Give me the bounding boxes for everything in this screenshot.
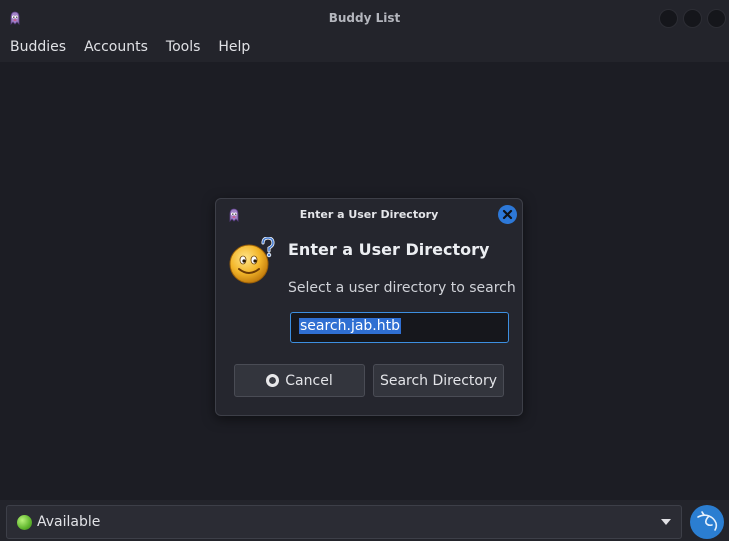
user-directory-dialog: Enter a User Directory Enter a User Dire…	[215, 198, 523, 416]
menu-buddies[interactable]: Buddies	[0, 36, 74, 62]
title-bar: Buddy List	[0, 0, 729, 36]
status-available-icon	[17, 515, 32, 530]
dialog-description: Select a user directory to search	[288, 280, 516, 296]
window-title: Buddy List	[328, 11, 401, 25]
status-selector[interactable]: Available	[6, 505, 682, 539]
close-window-button[interactable]	[707, 9, 726, 28]
dialog-title: Enter a User Directory	[299, 208, 439, 221]
minimize-button[interactable]	[659, 9, 678, 28]
kali-dragon-icon[interactable]	[690, 505, 724, 539]
dialog-close-button[interactable]	[498, 205, 517, 224]
search-directory-label: Search Directory	[379, 372, 498, 389]
close-icon	[502, 209, 513, 220]
menu-tools[interactable]: Tools	[156, 36, 209, 62]
kali-dragon-glyph	[697, 511, 718, 531]
cancel-label: Cancel	[285, 372, 333, 389]
status-label: Available	[37, 514, 101, 530]
maximize-button[interactable]	[683, 9, 702, 28]
directory-input[interactable]: search.jab.htb	[290, 312, 509, 343]
menu-help[interactable]: Help	[208, 36, 258, 62]
status-bar: Available	[0, 500, 729, 541]
chevron-down-icon	[661, 519, 671, 525]
cancel-button[interactable]: Cancel	[234, 364, 365, 397]
smiley-question-icon	[229, 237, 275, 284]
dialog-heading: Enter a User Directory	[288, 240, 490, 259]
radio-icon	[266, 374, 280, 387]
directory-input-value: search.jab.htb	[299, 318, 402, 334]
menu-bar: Buddies Accounts Tools Help	[0, 36, 729, 62]
search-directory-button[interactable]: Search Directory	[373, 364, 504, 397]
menu-accounts[interactable]: Accounts	[74, 36, 156, 62]
